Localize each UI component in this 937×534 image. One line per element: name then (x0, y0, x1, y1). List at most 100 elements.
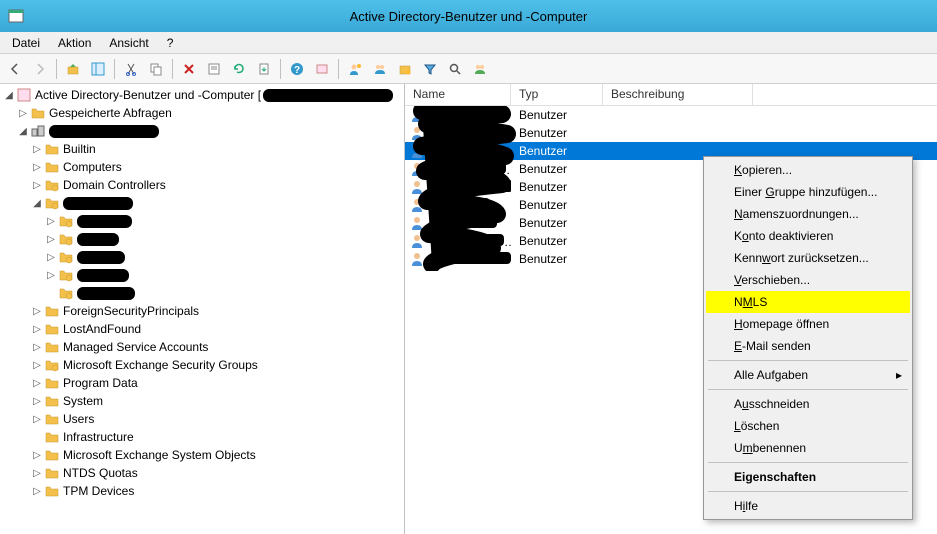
expand-icon[interactable]: ▷ (30, 306, 44, 317)
new-group-button[interactable] (369, 58, 391, 80)
forward-button[interactable] (29, 58, 51, 80)
refresh-button[interactable] (228, 58, 250, 80)
context-menu-item[interactable]: Einer Gruppe hinzufügen... (706, 181, 910, 203)
menu-action[interactable]: Aktion (50, 34, 99, 52)
tree-tpm[interactable]: ▷TPM Devices (0, 482, 404, 500)
search-button[interactable] (444, 58, 466, 80)
menubar: Datei Aktion Ansicht ? (0, 32, 937, 54)
tree-infrastructure[interactable]: Infrastructure (0, 428, 404, 446)
tree-label: NTDS Quotas (63, 466, 138, 480)
tree-builtin[interactable]: ▷Builtin (0, 140, 404, 158)
aduc-icon (16, 87, 32, 103)
tree-ou-redacted[interactable]: ◢ (0, 194, 404, 212)
user-icon (409, 125, 425, 141)
context-menu-item[interactable]: Ausschneiden (706, 393, 910, 415)
tree-ntds[interactable]: ▷ NTDS Quotas (0, 464, 404, 482)
context-menu-item[interactable]: Kennwort zurücksetzen... (706, 247, 910, 269)
tree-sub-redacted[interactable]: ▷ (0, 248, 404, 266)
expand-icon[interactable]: ◢ (30, 198, 44, 209)
expand-icon[interactable]: ▷ (30, 414, 44, 425)
column-description[interactable]: Beschreibung (603, 84, 753, 105)
context-menu-item[interactable]: NMLS (706, 291, 910, 313)
tree-system[interactable]: ▷System (0, 392, 404, 410)
context-menu-item[interactable]: Konto deaktivieren (706, 225, 910, 247)
ou-icon (58, 249, 74, 265)
tree-domain-controllers[interactable]: ▷Domain Controllers (0, 176, 404, 194)
tree-fsp[interactable]: ▷ForeignSecurityPrincipals (0, 302, 404, 320)
tree-computers[interactable]: ▷Computers (0, 158, 404, 176)
context-menu-item[interactable]: Homepage öffnen (706, 313, 910, 335)
expand-icon[interactable]: ▷ (44, 270, 58, 281)
expand-icon[interactable]: ▷ (30, 378, 44, 389)
expand-icon[interactable]: ▷ (30, 162, 44, 173)
context-menu-item[interactable]: Umbenennen (706, 437, 910, 459)
new-ou-button[interactable] (394, 58, 416, 80)
expand-icon[interactable]: ▷ (30, 324, 44, 335)
menu-help[interactable]: ? (159, 34, 182, 52)
tree-program-data[interactable]: ▷Program Data (0, 374, 404, 392)
context-menu-item[interactable]: Namenszuordnungen... (706, 203, 910, 225)
tree-sub-redacted[interactable]: ▷ (0, 266, 404, 284)
tree-sub-redacted[interactable] (0, 284, 404, 302)
tree-domain[interactable]: ◢ (0, 122, 404, 140)
show-hide-tree-button[interactable] (87, 58, 109, 80)
user-icon (409, 143, 425, 159)
list-row[interactable]: Benutzer (405, 106, 937, 124)
column-name[interactable]: Name (405, 84, 511, 105)
context-menu-item[interactable]: E-Mail senden (706, 335, 910, 357)
menu-file[interactable]: Datei (4, 34, 48, 52)
export-button[interactable] (253, 58, 275, 80)
expand-icon[interactable]: ▷ (30, 468, 44, 479)
ou-icon (58, 267, 74, 283)
find-button[interactable] (311, 58, 333, 80)
tree-sub-redacted[interactable]: ▷ (0, 212, 404, 230)
expand-icon[interactable]: ▷ (30, 342, 44, 353)
tree-sub-redacted[interactable]: ▷ (0, 230, 404, 248)
tree-meso[interactable]: ▷Microsoft Exchange System Objects (0, 446, 404, 464)
expand-icon[interactable]: ▷ (30, 180, 44, 191)
expand-icon[interactable]: ▷ (44, 216, 58, 227)
menu-view[interactable]: Ansicht (101, 34, 156, 52)
copy-button[interactable] (145, 58, 167, 80)
ou-icon (58, 213, 74, 229)
column-type[interactable]: Typ (511, 84, 603, 105)
expand-icon[interactable]: ▷ (30, 396, 44, 407)
expand-icon[interactable]: ▷ (16, 108, 30, 119)
delete-button[interactable] (178, 58, 200, 80)
context-menu-item[interactable]: Hilfe (706, 495, 910, 517)
context-menu-item[interactable]: Verschieben... (706, 269, 910, 291)
cut-button[interactable] (120, 58, 142, 80)
tree-msa[interactable]: ▷Managed Service Accounts (0, 338, 404, 356)
expand-icon[interactable]: ◢ (16, 126, 30, 137)
submenu-arrow-icon: ▸ (896, 368, 902, 382)
help-button[interactable]: ? (286, 58, 308, 80)
tree-root[interactable]: ◢ Active Directory-Benutzer und -Compute… (0, 86, 404, 104)
expand-icon[interactable]: ◢ (2, 90, 16, 101)
filter-button[interactable] (419, 58, 441, 80)
expand-icon[interactable]: ▷ (30, 360, 44, 371)
tree-pane[interactable]: ◢ Active Directory-Benutzer und -Compute… (0, 84, 405, 534)
cell-type: Benutzer (511, 180, 603, 194)
expand-icon[interactable]: ▷ (30, 144, 44, 155)
new-user-button[interactable] (344, 58, 366, 80)
list-row[interactable]: Benutzer (405, 124, 937, 142)
expand-icon[interactable]: ▷ (30, 450, 44, 461)
up-button[interactable] (62, 58, 84, 80)
cell-type: Benutzer (511, 144, 603, 158)
tree-users[interactable]: ▷Users (0, 410, 404, 428)
ou-icon (44, 177, 60, 193)
properties-button[interactable] (203, 58, 225, 80)
folder-icon (44, 483, 60, 499)
tree-lostandfound[interactable]: ▷LostAndFound (0, 320, 404, 338)
context-menu-item[interactable]: Eigenschaften (706, 466, 910, 488)
context-menu-item[interactable]: Kopieren... (706, 159, 910, 181)
add-to-group-button[interactable] (469, 58, 491, 80)
expand-icon[interactable]: ▷ (44, 252, 58, 263)
expand-icon[interactable]: ▷ (30, 486, 44, 497)
expand-icon[interactable]: ▷ (44, 234, 58, 245)
tree-saved-queries[interactable]: ▷ Gespeicherte Abfragen (0, 104, 404, 122)
tree-mesg[interactable]: ▷Microsoft Exchange Security Groups (0, 356, 404, 374)
context-menu-item[interactable]: Löschen (706, 415, 910, 437)
context-menu-item[interactable]: Alle Aufgaben▸ (706, 364, 910, 386)
back-button[interactable] (4, 58, 26, 80)
